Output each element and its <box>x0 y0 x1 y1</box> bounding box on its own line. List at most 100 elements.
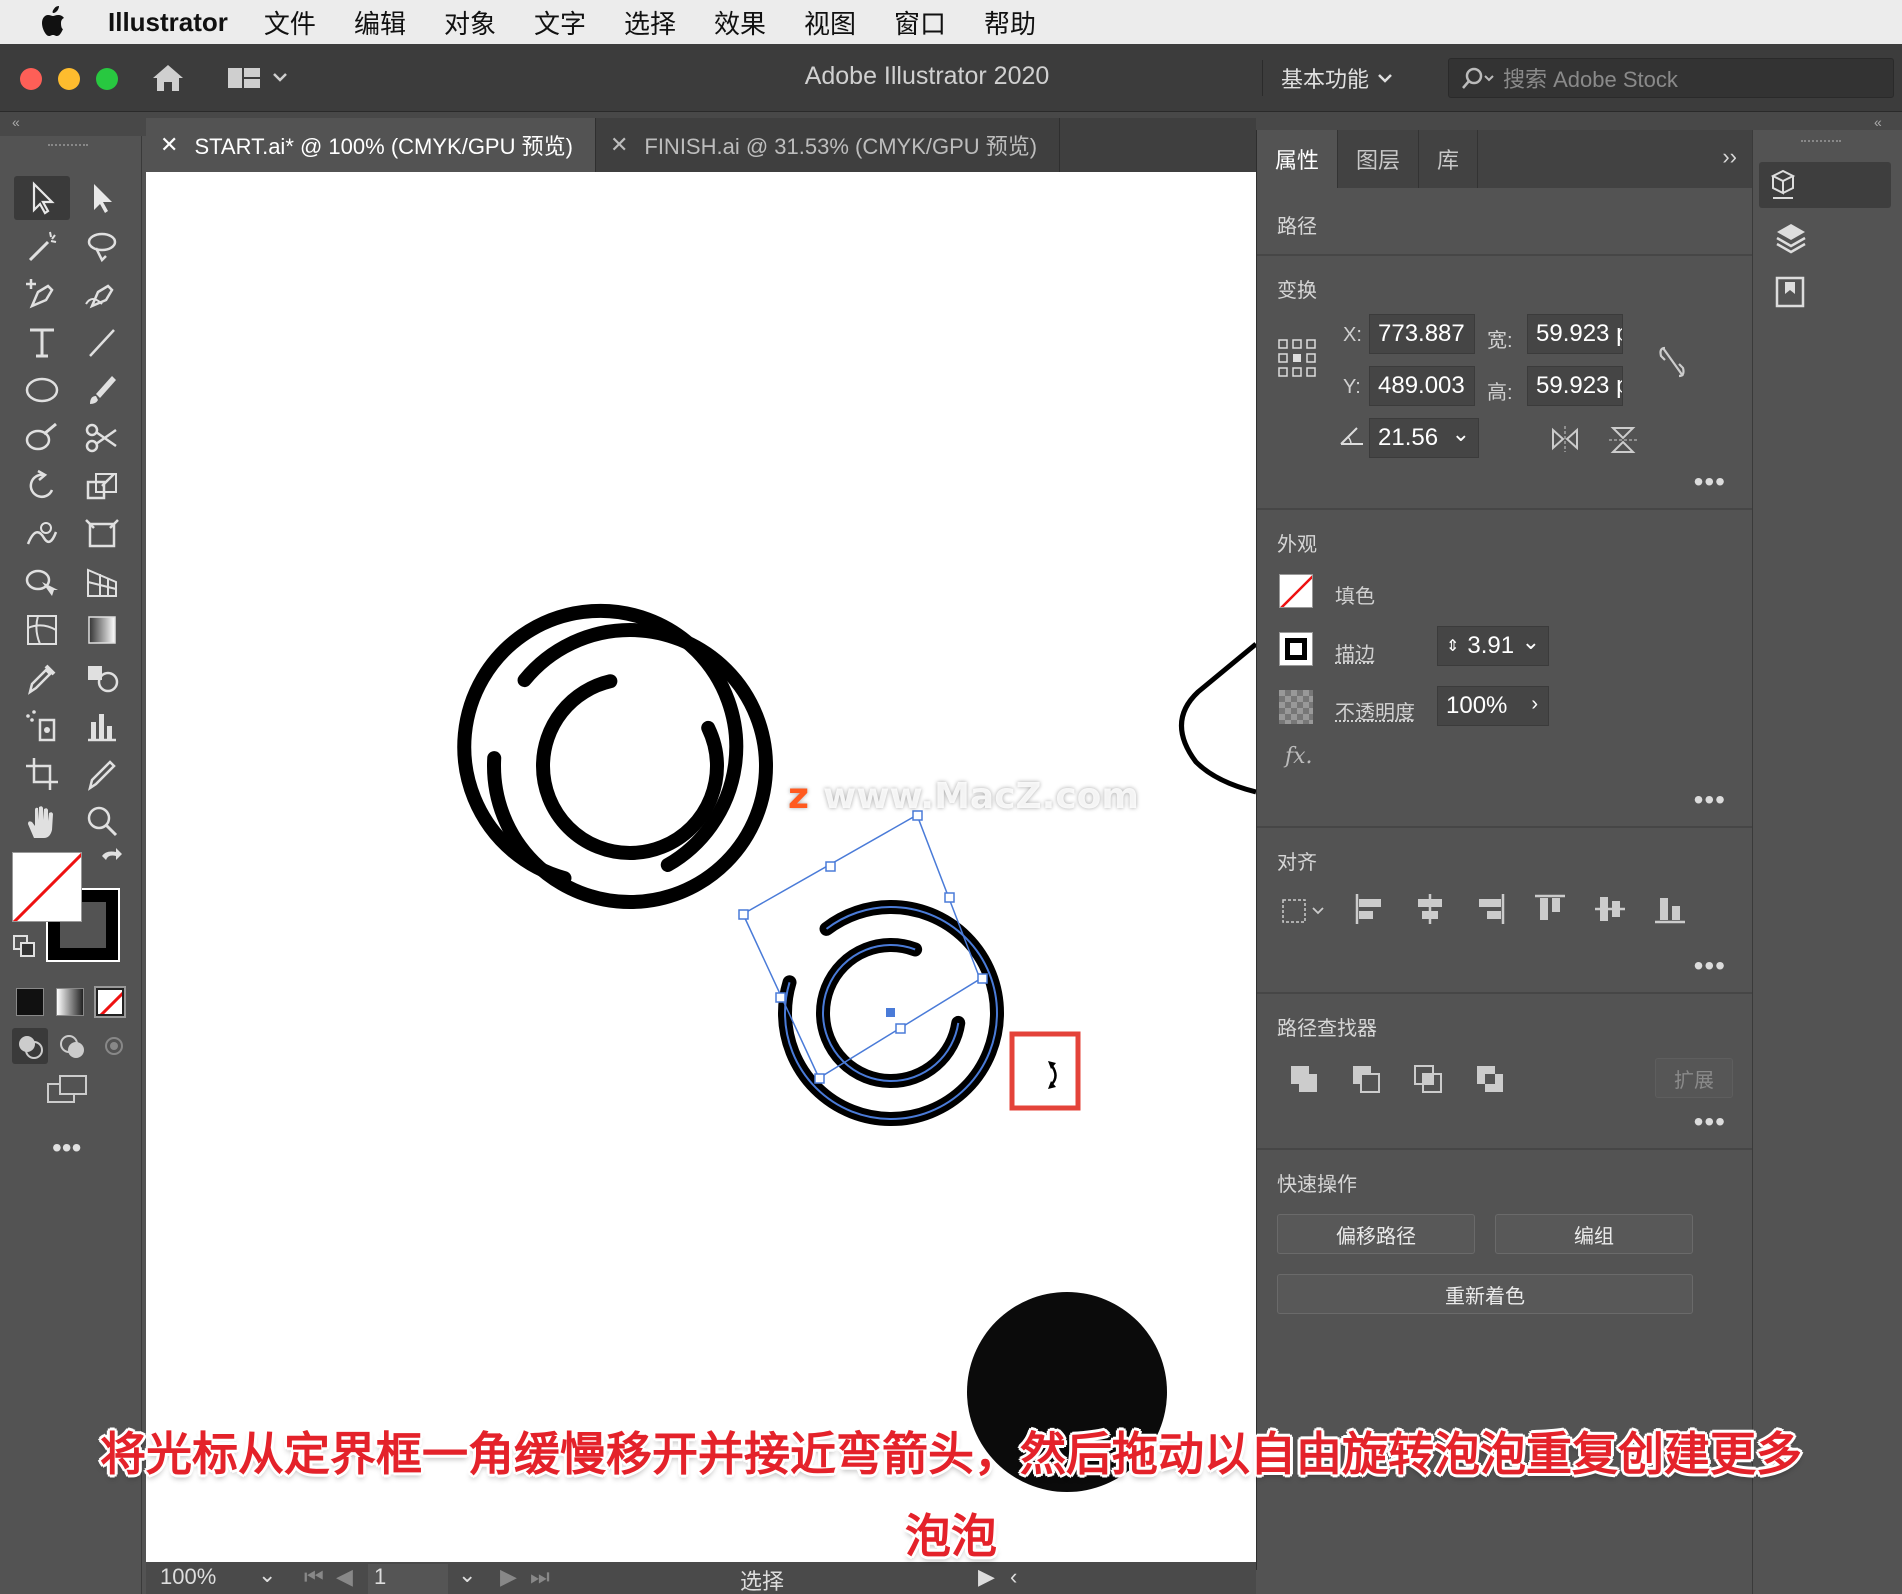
symbol-sprayer-tool-icon[interactable] <box>14 704 70 748</box>
recolor-button[interactable]: 重新着色 <box>1277 1274 1693 1314</box>
align-more-options[interactable]: ••• <box>1694 950 1726 982</box>
tab-properties[interactable]: 属性 <box>1257 130 1339 188</box>
ellipse-tool-icon[interactable] <box>14 368 70 412</box>
rotate-angle-field[interactable]: 21.56 ⌄ <box>1369 418 1479 458</box>
shaper-tool-icon[interactable] <box>14 416 70 460</box>
menu-edit[interactable]: 编辑 <box>354 4 406 41</box>
scale-tool-icon[interactable] <box>74 464 130 508</box>
tab-libraries[interactable]: 库 <box>1419 130 1479 188</box>
stock-search-input[interactable]: 搜索 Adobe Stock <box>1448 58 1894 98</box>
libraries-panel-icon[interactable] <box>1771 272 1811 317</box>
menu-window[interactable]: 窗口 <box>894 4 946 41</box>
close-tab-icon[interactable]: ✕ <box>610 132 628 158</box>
draw-normal-icon[interactable] <box>12 1028 48 1064</box>
artboard-canvas[interactable]: z www.MacZ.com <box>146 172 1256 1562</box>
menu-file[interactable]: 文件 <box>264 4 316 41</box>
next-artboard-icon[interactable]: ▶ <box>500 1564 517 1590</box>
pathfinder-exclude-icon[interactable] <box>1473 1062 1507 1101</box>
lasso-tool-icon[interactable] <box>74 224 130 268</box>
menu-select[interactable]: 选择 <box>624 4 676 41</box>
scissors-tool-icon[interactable] <box>74 416 130 460</box>
flip-horizontal-icon[interactable] <box>1549 424 1581 459</box>
chevron-down-icon[interactable]: ⌄ <box>1522 629 1540 655</box>
dock-grip[interactable] <box>1801 140 1841 146</box>
edit-toolbar-icon[interactable]: ••• <box>52 1132 81 1164</box>
hand-tool-icon[interactable] <box>14 800 70 844</box>
stroke-weight-field[interactable]: ⇕ 3.91 ⌄ <box>1437 626 1549 666</box>
workspace-switcher[interactable]: 基本功能 <box>1262 60 1399 96</box>
stroke-label[interactable]: 描边 <box>1335 638 1375 667</box>
pencil-tool-icon[interactable] <box>74 752 130 796</box>
apple-icon[interactable] <box>20 0 84 44</box>
rotate-tool-icon[interactable] <box>14 464 70 508</box>
color-mode-button[interactable] <box>16 988 44 1016</box>
line-segment-tool-icon[interactable] <box>74 320 130 364</box>
pathfinder-more-options[interactable]: ••• <box>1694 1106 1726 1138</box>
artboard-tool-icon[interactable] <box>14 752 70 796</box>
pen-tool-icon[interactable] <box>14 272 70 316</box>
y-field[interactable]: 489.003 <box>1369 366 1475 406</box>
align-vertical-center-icon[interactable] <box>1593 892 1627 931</box>
gradient-tool-icon[interactable] <box>74 608 130 652</box>
menu-view[interactable]: 视图 <box>804 4 856 41</box>
warp-tool-icon[interactable] <box>14 512 70 556</box>
align-to-selection-icon[interactable] <box>1279 896 1327 931</box>
toolbar-grip[interactable] <box>48 144 88 150</box>
align-top-icon[interactable] <box>1533 892 1567 931</box>
pathfinder-minus-front-icon[interactable] <box>1349 1062 1383 1101</box>
free-transform-tool-icon[interactable] <box>74 512 130 556</box>
tab-layers[interactable]: 图层 <box>1338 130 1420 188</box>
curvature-tool-icon[interactable] <box>74 272 130 316</box>
prev-artboard-icon[interactable]: ◀ <box>336 1564 353 1590</box>
reference-point-icon[interactable] <box>1277 338 1317 383</box>
change-screen-mode-icon[interactable] <box>44 1072 94 1113</box>
bubble-large[interactable] <box>443 589 773 909</box>
zoom-tool-icon[interactable] <box>74 800 130 844</box>
app-menu[interactable]: Illustrator <box>108 7 228 38</box>
properties-panel-icon[interactable] <box>1759 162 1891 208</box>
collapse-left-icon[interactable]: « <box>12 114 20 130</box>
selection-tool-icon[interactable] <box>14 176 70 220</box>
opacity-label[interactable]: 不透明度 <box>1335 696 1415 725</box>
first-artboard-icon[interactable]: ⏮ <box>304 1564 324 1590</box>
height-field[interactable]: 59.923 p <box>1527 366 1623 406</box>
chevron-down-icon[interactable]: ⌄ <box>1452 421 1470 447</box>
artboard-number[interactable]: 1 <box>368 1564 448 1594</box>
tab-start-ai[interactable]: ✕ START.ai* @ 100% (CMYK/GPU 预览) <box>146 118 596 172</box>
type-tool-icon[interactable] <box>14 320 70 364</box>
offset-path-button[interactable]: 偏移路径 <box>1277 1214 1475 1254</box>
stroke-color-swatch[interactable] <box>1279 632 1313 666</box>
draw-behind-icon[interactable] <box>54 1028 90 1064</box>
gradient-mode-button[interactable] <box>56 988 84 1016</box>
constrain-proportions-icon[interactable] <box>1655 342 1689 387</box>
menu-help[interactable]: 帮助 <box>984 4 1036 41</box>
pathfinder-intersect-icon[interactable] <box>1411 1062 1445 1101</box>
mesh-tool-icon[interactable] <box>14 608 70 652</box>
flip-vertical-icon[interactable] <box>1607 424 1639 459</box>
appearance-more-options[interactable]: ••• <box>1694 784 1726 816</box>
menu-effect[interactable]: 效果 <box>714 4 766 41</box>
swap-fill-stroke-icon[interactable] <box>96 846 124 879</box>
align-right-icon[interactable] <box>1473 892 1507 931</box>
expand-button[interactable]: 扩展 <box>1655 1058 1733 1098</box>
blend-tool-icon[interactable] <box>74 656 130 700</box>
align-horizontal-center-icon[interactable] <box>1413 892 1447 931</box>
scroll-left-icon[interactable]: ‹ <box>1010 1564 1017 1590</box>
default-fill-stroke-icon[interactable] <box>12 934 38 965</box>
menu-object[interactable]: 对象 <box>444 4 496 41</box>
draw-inside-icon[interactable] <box>96 1028 132 1064</box>
menu-type[interactable]: 文字 <box>534 4 586 41</box>
column-graph-tool-icon[interactable] <box>74 704 130 748</box>
eyedropper-tool-icon[interactable] <box>14 656 70 700</box>
group-button[interactable]: 编组 <box>1495 1214 1693 1254</box>
align-left-icon[interactable] <box>1353 892 1387 931</box>
close-tab-icon[interactable]: ✕ <box>160 132 178 158</box>
transform-more-options[interactable]: ••• <box>1694 466 1726 498</box>
shape-builder-tool-icon[interactable] <box>14 560 70 604</box>
align-bottom-icon[interactable] <box>1653 892 1687 931</box>
layers-panel-icon[interactable] <box>1771 218 1811 263</box>
fill-color-swatch[interactable] <box>1279 574 1313 608</box>
perspective-grid-tool-icon[interactable] <box>74 560 130 604</box>
status-menu-icon[interactable]: ▶ <box>978 1564 995 1590</box>
paintbrush-tool-icon[interactable] <box>74 368 130 412</box>
